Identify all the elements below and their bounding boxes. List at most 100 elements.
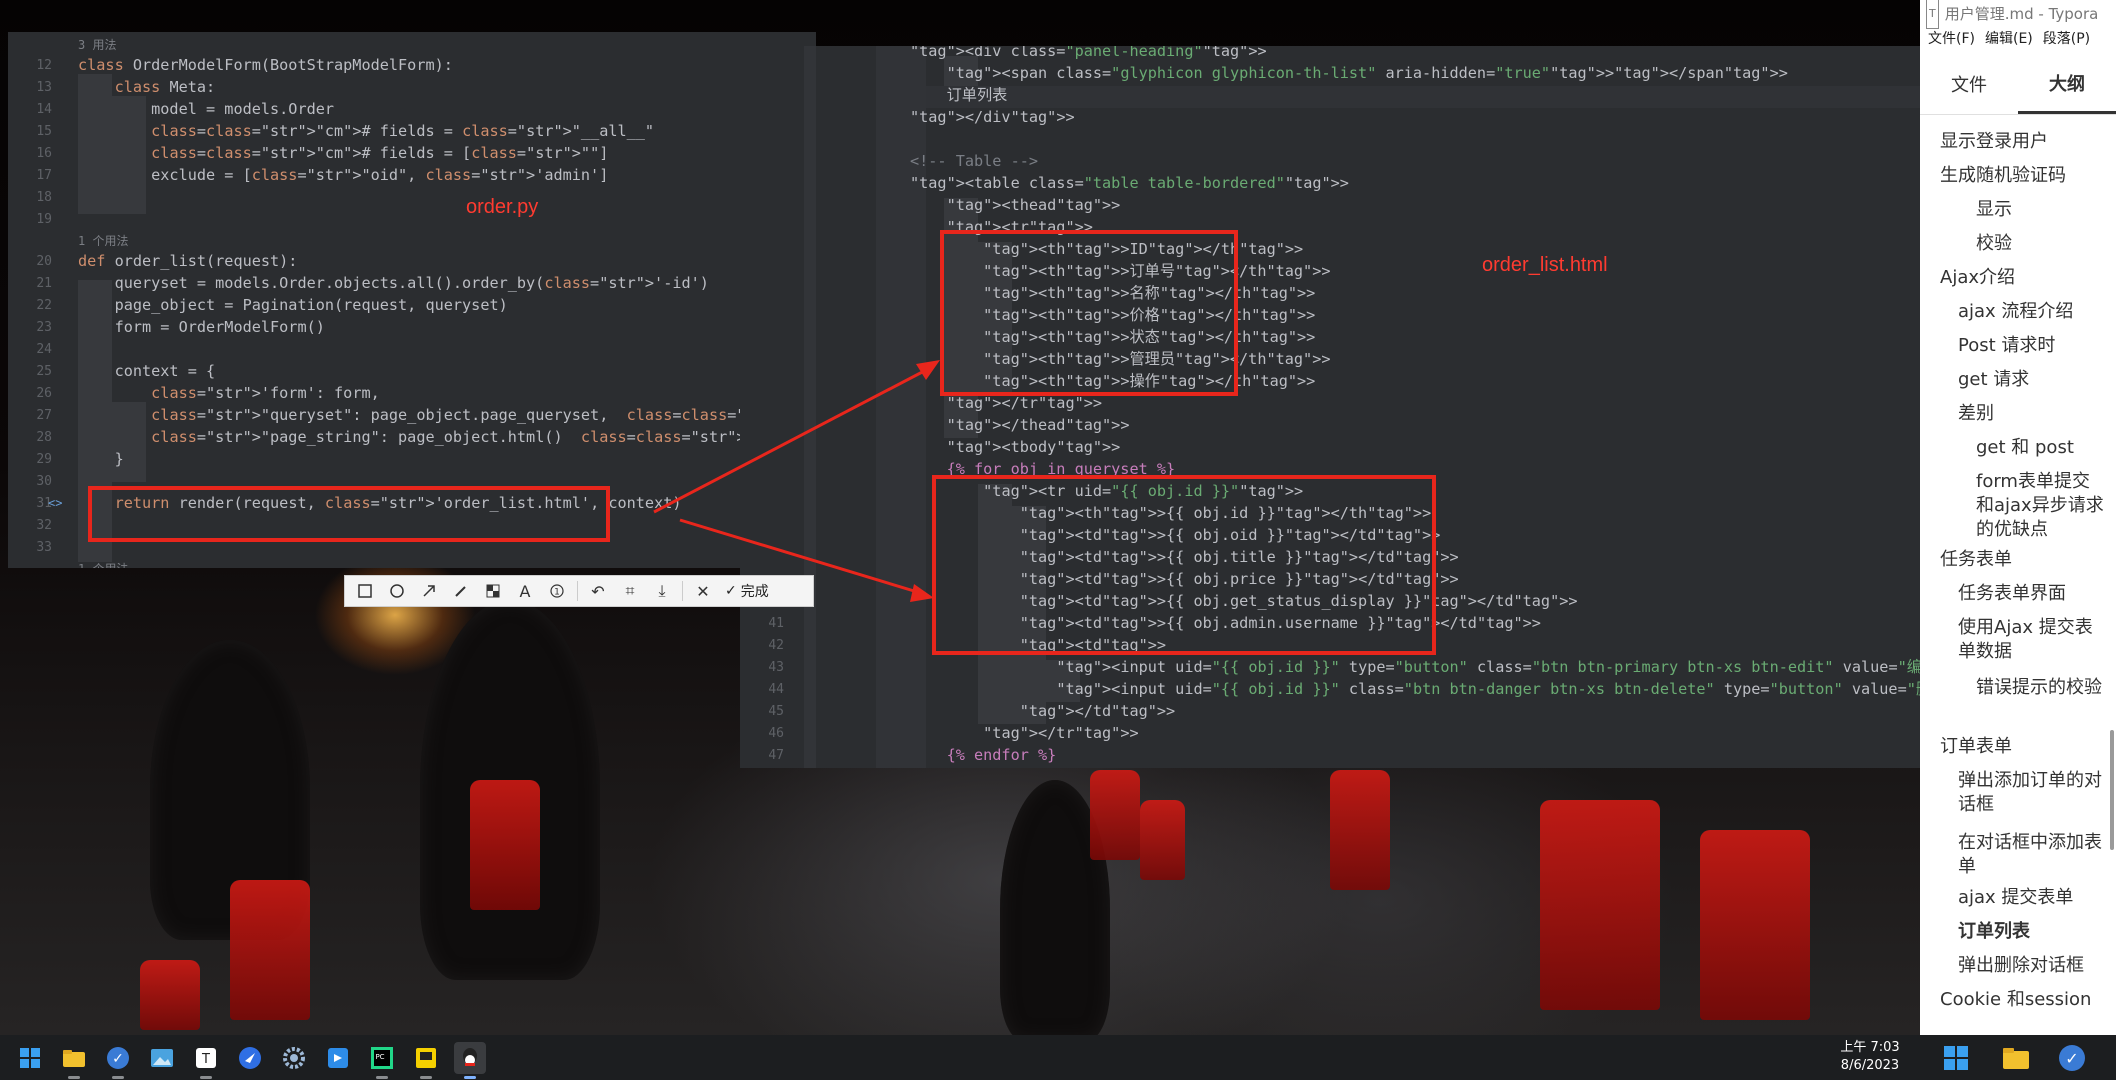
- code-line[interactable]: class="str">"page_string": page_object.h…: [78, 426, 816, 448]
- sidebar-tabs: 文件 大纲: [1920, 54, 2116, 115]
- taskbar-right-screen: ✓: [1920, 1035, 2116, 1080]
- code-line[interactable]: exclude = [class="str">"oid", class="str…: [78, 164, 608, 186]
- code-line[interactable]: class="str">"queryset": page_object.page…: [78, 404, 816, 426]
- pycharm-icon[interactable]: PC: [366, 1042, 398, 1079]
- outline-item[interactable]: 在对话框中添加表单: [1958, 831, 2106, 879]
- code-line[interactable]: "tag"><input uid="{{ obj.id }}" type="bu…: [910, 656, 1926, 678]
- outline-item[interactable]: 弹出添加订单的对话框: [1958, 769, 2106, 817]
- code-line[interactable]: page_object = Pagination(request, querys…: [78, 294, 508, 316]
- menu-paragraph[interactable]: 段落(P): [2043, 28, 2090, 54]
- svg-text:1: 1: [554, 588, 560, 598]
- flipper-icon[interactable]: [410, 1042, 442, 1079]
- outline-item[interactable]: Ajax介绍: [1940, 266, 2106, 290]
- outline-item[interactable]: 使用Ajax 提交表单数据: [1958, 616, 2106, 664]
- outline-item[interactable]: 错误提示的校验: [1976, 676, 2106, 700]
- outline-item[interactable]: ajax 流程介绍: [1958, 300, 2106, 324]
- outline-item[interactable]: 订单列表: [1958, 920, 2106, 944]
- menu-file[interactable]: 文件(F): [1928, 28, 1975, 54]
- code-line[interactable]: class Meta:: [78, 76, 216, 98]
- feishu-icon[interactable]: [234, 1042, 266, 1074]
- code-line[interactable]: "tag"></thead"tag">>: [910, 414, 1130, 436]
- photos-icon[interactable]: [146, 1042, 178, 1074]
- outline-item[interactable]: 显示登录用户: [1940, 130, 2106, 154]
- clock-time: 上午 7:03: [1840, 1040, 1900, 1055]
- wallpaper-stool: [1540, 800, 1660, 1010]
- window-title: T 用户管理.md - Typora: [1920, 0, 2116, 29]
- typora-icon[interactable]: ✓: [2056, 1042, 2088, 1074]
- screenshot-toolbar: A 1 ↶ ⌗ ⤓ ✕ ✓ 完成: [344, 575, 814, 607]
- code-line[interactable]: "tag"><span class="glyphicon glyphicon-t…: [910, 62, 1788, 84]
- code-line[interactable]: "tag"><tbody"tag">>: [910, 436, 1121, 458]
- outline-item[interactable]: 订单表单: [1940, 735, 2106, 759]
- code-line[interactable]: {% endfor %}: [910, 744, 1057, 766]
- pen-icon[interactable]: [447, 578, 475, 604]
- outline-item[interactable]: form表单提交和ajax异步请求的优缺点: [1976, 470, 2106, 542]
- undo-icon[interactable]: ↶: [584, 578, 612, 604]
- typora-icon[interactable]: ✓: [102, 1042, 134, 1079]
- outline-item[interactable]: 弹出删除对话框: [1958, 954, 2106, 978]
- check-icon: ✓: [725, 583, 737, 599]
- code-line[interactable]: queryset = models.Order.objects.all().or…: [78, 272, 709, 294]
- code-line[interactable]: "tag"><input uid="{{ obj.id }}" class="b…: [910, 678, 1926, 700]
- code-line[interactable]: class="str">'form': form,: [78, 382, 380, 404]
- code-line[interactable]: "tag"></td"tag">>: [910, 700, 1175, 722]
- code-line[interactable]: class=class="str">"cm"># fields = [class…: [78, 142, 608, 164]
- windows-start-icon[interactable]: [14, 1042, 46, 1074]
- ellipse-icon[interactable]: [383, 578, 411, 604]
- outline-item[interactable]: ajax 提交表单: [1958, 886, 2106, 910]
- gutter-marker-icon[interactable]: <>: [48, 496, 62, 510]
- code-line[interactable]: }: [78, 448, 124, 470]
- scrollbar-thumb[interactable]: [2110, 730, 2114, 850]
- code-line[interactable]: "tag"><div class="panel-heading""tag">>: [910, 46, 1267, 62]
- outline-item[interactable]: Post 请求时: [1958, 334, 2106, 358]
- order-list-html-editor[interactable]: "tag"><div class="panel-heading""tag">> …: [740, 46, 1926, 768]
- file-explorer-icon[interactable]: [2000, 1042, 2032, 1074]
- download-icon[interactable]: ⤓: [648, 578, 676, 604]
- text-icon[interactable]: A: [511, 578, 539, 604]
- code-line[interactable]: context = {: [78, 360, 216, 382]
- outline-item[interactable]: get 和 post: [1976, 436, 2106, 460]
- tab-outline[interactable]: 大纲: [2018, 54, 2116, 114]
- code-line[interactable]: def order_list(request):: [78, 250, 297, 272]
- close-icon[interactable]: ✕: [689, 578, 717, 604]
- outline-item[interactable]: Cookie 和session: [1940, 988, 2106, 1012]
- windows-start-icon[interactable]: [1940, 1042, 1972, 1074]
- outline-item[interactable]: 显示: [1976, 198, 2106, 222]
- code-line[interactable]: 订单列表: [910, 84, 1008, 106]
- vscode-icon[interactable]: [322, 1042, 354, 1074]
- typora-app-icon[interactable]: T: [190, 1042, 222, 1079]
- outline-item[interactable]: 任务表单: [1940, 548, 2106, 572]
- system-clock[interactable]: 上午 7:03 8/6/2023: [1830, 1039, 1910, 1075]
- wallpaper-stool: [1090, 770, 1140, 860]
- line-number: 23: [36, 320, 52, 335]
- line-number: 45: [768, 704, 784, 719]
- pin-icon[interactable]: ⌗: [616, 578, 644, 604]
- done-button[interactable]: ✓ 完成: [721, 581, 773, 601]
- settings-icon[interactable]: [278, 1042, 310, 1074]
- svg-text:PC: PC: [375, 1053, 384, 1061]
- menu-edit[interactable]: 编辑(E): [1985, 28, 2033, 54]
- code-line[interactable]: model = models.Order: [78, 98, 334, 120]
- code-line[interactable]: "tag"></tr"tag">>: [910, 722, 1138, 744]
- line-number: 19: [36, 212, 52, 227]
- outline-item[interactable]: 生成随机验证码: [1940, 164, 2106, 188]
- outline-item[interactable]: get 请求: [1958, 368, 2106, 392]
- code-line[interactable]: form = OrderModelForm(): [78, 316, 325, 338]
- rectangle-icon[interactable]: [351, 578, 379, 604]
- outline-item[interactable]: 校验: [1976, 232, 2106, 256]
- code-line[interactable]: "tag"><thead"tag">>: [910, 194, 1121, 216]
- code-line[interactable]: "tag"><table class="table table-bordered…: [910, 172, 1349, 194]
- arrow-icon[interactable]: [415, 578, 443, 604]
- outline-item[interactable]: 任务表单界面: [1958, 582, 2106, 606]
- code-line[interactable]: class OrderModelForm(BootStrapModelForm)…: [78, 54, 453, 76]
- wallpaper-stool: [1330, 770, 1390, 890]
- number-icon[interactable]: 1: [543, 578, 571, 604]
- code-line[interactable]: class=class="str">"cm"># fields = class=…: [78, 120, 654, 142]
- qq-icon[interactable]: [454, 1042, 486, 1079]
- code-line[interactable]: "tag"></div"tag">>: [910, 106, 1075, 128]
- code-line[interactable]: <!-- Table -->: [910, 150, 1038, 172]
- mosaic-icon[interactable]: [479, 578, 507, 604]
- outline-item[interactable]: 差别: [1958, 402, 2106, 426]
- tab-files[interactable]: 文件: [1920, 54, 2018, 114]
- file-explorer-icon[interactable]: [58, 1042, 90, 1079]
